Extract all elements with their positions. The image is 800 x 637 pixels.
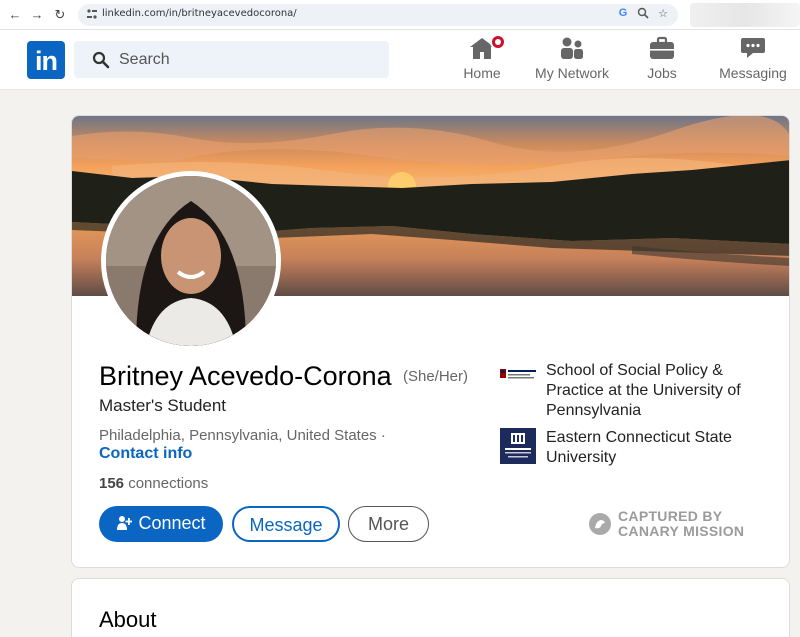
about-title: About: [99, 607, 157, 632]
nav-my-network-label: My Network: [535, 65, 609, 81]
site-settings-icon[interactable]: [86, 8, 98, 22]
about-section: About: [71, 578, 790, 637]
education-item[interactable]: Eastern Connecticut State University: [500, 428, 760, 470]
linkedin-header: in Search Home My Network Jobs Messaging: [0, 30, 800, 90]
profile-card: Britney Acevedo-Corona (She/Her) Master'…: [71, 115, 790, 568]
search-input[interactable]: Search: [74, 41, 389, 78]
nav-jobs[interactable]: Jobs: [644, 36, 680, 81]
google-lens-icon[interactable]: G: [616, 7, 630, 19]
nav-home[interactable]: Home: [462, 34, 506, 81]
address-bar[interactable]: linkedin.com/in/britneyacevedocorona/ G …: [78, 4, 678, 26]
ecsu-logo: [500, 428, 538, 464]
canary-bird-icon: [589, 513, 611, 535]
person-add-icon: [116, 508, 133, 530]
message-button[interactable]: Message: [232, 506, 340, 542]
nav-messaging[interactable]: Messaging: [718, 36, 788, 81]
notification-badge: [490, 34, 506, 50]
browser-toolbar: ← → ↻ linkedin.com/in/britneyacevedocoro…: [0, 0, 800, 30]
watermark-line-1: CAPTURED BY: [618, 508, 723, 524]
nav-home-label: Home: [463, 65, 501, 81]
education-name: School of Social Policy & Practice at th…: [546, 362, 741, 419]
profile-headline: Master's Student: [99, 396, 227, 415]
forward-arrow-icon[interactable]: →: [28, 6, 46, 24]
search-icon: [92, 51, 110, 69]
contact-info-link[interactable]: Contact info: [99, 445, 192, 463]
education-name: Eastern Connecticut State University: [546, 429, 732, 466]
reload-icon[interactable]: ↻: [51, 6, 69, 24]
bookmark-star-icon[interactable]: ☆: [656, 7, 670, 20]
penn-logo: [500, 368, 538, 382]
back-arrow-icon[interactable]: ←: [6, 6, 24, 24]
nav-messaging-label: Messaging: [719, 65, 787, 81]
search-placeholder: Search: [119, 51, 170, 68]
pronouns: (She/Her): [403, 368, 469, 385]
linkedin-logo[interactable]: in: [27, 41, 65, 79]
zoom-icon[interactable]: [636, 7, 650, 22]
profile-name: Britney Acevedo-Corona: [99, 361, 392, 391]
network-icon: [559, 36, 585, 62]
profile-photo[interactable]: [101, 171, 281, 351]
url-text[interactable]: linkedin.com/in/britneyacevedocorona/: [102, 8, 297, 19]
canary-mission-watermark: CAPTURED BY CANARY MISSION: [589, 509, 759, 543]
watermark-text: CAPTURED BY CANARY MISSION: [618, 509, 744, 539]
more-button[interactable]: More: [348, 506, 429, 542]
browser-extensions-area: [690, 3, 800, 27]
profile-location: Philadelphia, Pennsylvania, United State…: [99, 427, 386, 444]
connect-button[interactable]: Connect: [99, 506, 223, 542]
nav-jobs-label: Jobs: [647, 65, 677, 81]
nav-my-network[interactable]: My Network: [534, 36, 610, 81]
connections-label: connections: [128, 475, 209, 492]
connections-count[interactable]: 156 connections: [99, 475, 208, 492]
education-item[interactable]: School of Social Policy & Practice at th…: [500, 361, 760, 421]
home-icon: [469, 34, 506, 62]
connections-number: 156: [99, 475, 125, 492]
connect-button-label: Connect: [138, 513, 206, 533]
watermark-line-2: CANARY MISSION: [618, 523, 745, 539]
chat-icon: [740, 36, 766, 62]
briefcase-icon: [649, 36, 675, 62]
